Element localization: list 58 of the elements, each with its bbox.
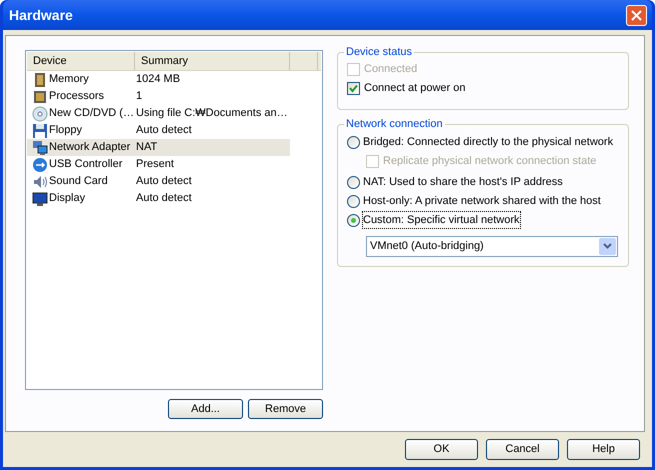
radio-button[interactable] [347,136,360,148]
close-button[interactable] [626,4,647,26]
device-name: Network Adapter [49,140,130,156]
dialog-button[interactable]: OK [405,439,478,460]
radio-label: NAT: Used to share the host's IP address [363,174,563,190]
device-row[interactable]: Network Adapter NAT [27,139,290,156]
device-name: New CD/DVD (… [49,106,134,122]
device-row[interactable]: Processors 1 [27,88,290,105]
device-row[interactable]: USB Controller Present [27,156,290,173]
device-row[interactable]: New CD/DVD (… Using file C:₩Documents an… [27,105,290,122]
dialog-button[interactable]: Cancel [486,439,559,460]
device-row[interactable]: Floppy Auto detect [27,122,290,139]
device-row[interactable]: Sound Card Auto detect [27,173,290,190]
computers-icon [32,140,48,156]
dropdown-value: VMnet0 (Auto-bridging) [370,238,484,254]
device-summary: 1 [135,89,142,104]
close-icon [631,10,642,20]
device-summary: Auto detect [135,191,192,206]
device-row[interactable]: Display Auto detect [27,190,290,207]
memory-chip-icon [32,72,48,88]
device-summary: NAT [135,140,158,156]
column-header[interactable]: Device [27,52,135,70]
list-button[interactable]: Remove [248,399,323,419]
device-name: Floppy [49,123,82,138]
network-dropdown[interactable]: VMnet0 (Auto-bridging) [366,236,618,256]
device-name: Memory [49,72,89,88]
checkbox-label: Connect at power on [364,81,466,96]
device-summary: 1024 MB [135,72,180,88]
device-summary: Auto detect [135,123,192,138]
column-header[interactable]: Summary [135,52,290,70]
list-button[interactable]: Add... [168,399,243,419]
device-name: Processors [49,89,104,104]
dropdown-arrow-button[interactable] [599,238,616,254]
speaker-icon [32,174,48,190]
monitor-icon [32,190,48,206]
device-summary: Auto detect [135,174,192,190]
device-row[interactable]: Memory 1024 MB [27,71,290,88]
device-summary: Using file C:₩Documents an… [135,106,288,122]
device-name: Sound Card [49,174,108,190]
disc-icon [32,106,48,122]
group-title: Device status [345,45,414,60]
checkbox-label: Connected [364,62,418,78]
radio-label: Host-only: A private network shared with the host [363,194,601,209]
radio-button[interactable] [347,194,360,208]
chevron-down-icon [603,243,612,249]
group-title: Network connection [345,117,444,132]
checkbox-label: Replicate physical network connection state [383,154,596,169]
radio-button[interactable] [347,214,360,226]
device-name: Display [49,191,86,206]
radio-label: Bridged: Connected directly to the physical network [363,134,614,150]
device-name: USB Controller [49,157,122,172]
checkbox[interactable] [347,82,360,95]
window-title: Hardware [9,6,73,24]
device-summary: Present [135,157,174,172]
dialog-button[interactable]: Help [567,439,640,460]
chip-icon [32,88,48,104]
radio-button[interactable] [347,176,360,188]
radio-label: Custom: Specific virtual network [363,212,520,228]
